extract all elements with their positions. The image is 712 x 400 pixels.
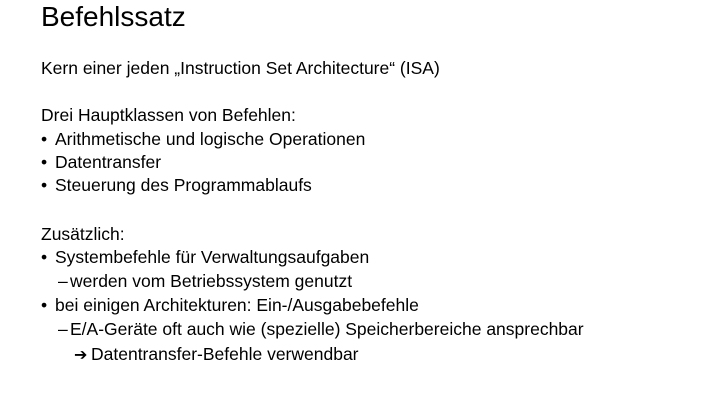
bullet-marker: • [41,129,48,149]
class-item-data-transfer: • Datentransfer [41,151,161,173]
additional-heading: Zusätzlich: [41,224,125,244]
class-item-control-flow: • Steuerung des Programmablaufs [41,174,312,196]
class-item-label: Arithmetische und logische Operationen [55,129,366,149]
bullet-marker: • [41,175,48,195]
additional-sub-item-os: – werden vom Betriebssystem genutzt [58,270,352,292]
slide: Befehlssatz Kern einer jeden „Instructio… [0,0,712,400]
sub-item-label: werden vom Betriebssystem genutzt [70,271,353,291]
additional-item-label: Systembefehle für Verwaltungsaufgaben [55,247,370,267]
additional-sub-item-io-devices: – E/A-Geräte oft auch wie (spezielle) Spe… [58,318,584,340]
intro-text: Kern einer jeden „Instruction Set Archit… [41,58,440,78]
arrow-right-icon: ➔ [74,345,88,364]
sub-item-label: E/A-Geräte oft auch wie (spezielle) Spei… [70,319,584,339]
additional-item-io: • bei einigen Architekturen: Ein-/Ausgabe… [41,294,419,316]
consequence-label: Datentransfer-Befehle verwendbar [91,344,359,364]
class-item-arithmetic: • Arithmetische und logische Operationen [41,128,365,150]
slide-title: Befehlssatz [41,1,186,32]
bullet-marker: • [41,152,48,172]
additional-item-label: bei einigen Architekturen: Ein-/Ausgabeb… [55,295,419,315]
class-item-label: Steuerung des Programmablaufs [55,175,312,195]
consequence-line: ➔ Datentransfer-Befehle verwendbar [74,343,359,366]
bullet-marker: • [41,247,48,267]
dash-marker: – [58,271,68,291]
bullet-marker: • [41,295,48,315]
additional-item-system: • Systembefehle für Verwaltungsaufgaben [41,246,369,268]
dash-marker: – [58,319,68,339]
class-item-label: Datentransfer [55,152,162,172]
classes-heading: Drei Hauptklassen von Befehlen: [41,105,296,125]
